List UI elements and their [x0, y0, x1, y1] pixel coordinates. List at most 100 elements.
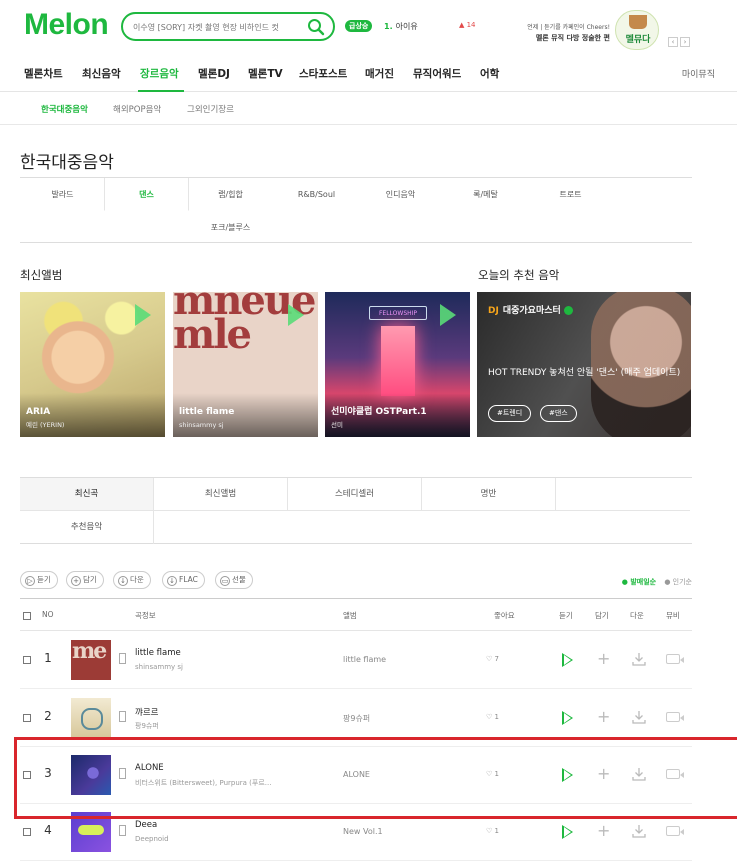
- song-info-icon[interactable]: [119, 711, 126, 722]
- album-card[interactable]: FELLOWSHIP 선미야클럽 OSTPart.1 선미: [325, 292, 470, 437]
- genre-folk[interactable]: 포크/블루스: [188, 211, 273, 244]
- song-album[interactable]: New Vol.1: [343, 827, 383, 836]
- nav-melon-dj[interactable]: 멜론DJ: [198, 66, 230, 81]
- dj-name-text: 대중가요마스터: [502, 306, 561, 316]
- song-title[interactable]: Deea: [135, 820, 157, 830]
- add-icon[interactable]: +: [597, 823, 610, 839]
- album-card[interactable]: mneuemle little flame shinsammy sj: [173, 292, 318, 437]
- add-icon[interactable]: +: [597, 709, 610, 725]
- tab-masterpiece[interactable]: 명반: [422, 478, 556, 511]
- row-checkbox[interactable]: [23, 828, 31, 836]
- play-icon[interactable]: [562, 653, 573, 667]
- subnav-other-genres[interactable]: 그외인기장르: [187, 103, 234, 115]
- listen-button[interactable]: ▷ 듣기: [20, 571, 58, 589]
- album-artist[interactable]: 선미: [331, 419, 343, 429]
- add-icon[interactable]: +: [597, 651, 610, 667]
- subnav-foreign-pop[interactable]: 해외POP음악: [113, 103, 161, 115]
- play-icon[interactable]: [288, 304, 304, 326]
- genre-rock[interactable]: 록/메탈: [443, 178, 528, 211]
- row-checkbox[interactable]: [23, 714, 31, 722]
- album-thumbnail[interactable]: [71, 698, 111, 738]
- search-box[interactable]: [121, 12, 335, 41]
- album-artist[interactable]: shinsammy sj: [179, 421, 224, 429]
- flac-button[interactable]: ↓ FLAC: [162, 571, 205, 589]
- play-icon[interactable]: [440, 304, 456, 326]
- recommend-description[interactable]: HOT TRENDY 놓쳐선 안될 '댄스' (매주 업데이트): [488, 367, 686, 380]
- song-album[interactable]: little flame: [343, 655, 386, 664]
- like-button[interactable]: ♡ 1: [486, 827, 499, 835]
- melon-logo[interactable]: Melon: [24, 8, 109, 42]
- search-icon[interactable]: [307, 18, 325, 36]
- genre-trot[interactable]: 트로트: [528, 178, 613, 211]
- listen-label: 듣기: [37, 575, 51, 584]
- table-row[interactable]: 1 little flame shinsammy sj little flame…: [20, 631, 692, 689]
- song-artist[interactable]: shinsammy sj: [135, 663, 183, 671]
- play-icon[interactable]: [562, 825, 573, 839]
- nav-melon-chart[interactable]: 멜론차트: [24, 66, 63, 81]
- nav-my-music[interactable]: 마이뮤직: [682, 67, 715, 80]
- download-label: 다운: [130, 575, 144, 584]
- album-card[interactable]: ARIA 예린 (YERIN): [20, 292, 165, 437]
- song-artist[interactable]: 팡9슈퍼: [135, 721, 159, 731]
- nav-melon-tv[interactable]: 멜론TV: [248, 66, 283, 81]
- nav-language[interactable]: 어학: [480, 66, 499, 81]
- nav-magazine[interactable]: 매거진: [365, 66, 394, 81]
- download-icon[interactable]: [632, 824, 646, 838]
- sort-by-date[interactable]: ● 발매일순: [622, 578, 656, 586]
- search-input[interactable]: [133, 19, 303, 35]
- download-icon[interactable]: [632, 710, 646, 724]
- dj-name[interactable]: DJ 대중가요마스터: [488, 303, 573, 316]
- row-checkbox[interactable]: [23, 656, 31, 664]
- promo-banner-logo[interactable]: 멜뮤다: [615, 10, 659, 50]
- download-button[interactable]: ↓ 다운: [113, 571, 151, 589]
- album-title[interactable]: 선미야클럽 OSTPart.1: [331, 404, 427, 417]
- album-title[interactable]: little flame: [179, 407, 234, 417]
- genre-hiphop[interactable]: 랩/힙합: [188, 178, 273, 211]
- song-title[interactable]: 꺄르르: [135, 706, 158, 718]
- music-video-icon[interactable]: [666, 654, 684, 664]
- like-button[interactable]: ♡ 7: [486, 655, 499, 663]
- promo-prev-button[interactable]: ‹: [668, 37, 678, 47]
- tab-latest-albums[interactable]: 최신앨범: [154, 478, 288, 511]
- play-icon[interactable]: [562, 711, 573, 725]
- music-video-icon[interactable]: [666, 712, 684, 722]
- download-icon: ↓: [167, 576, 177, 586]
- promo-text-2[interactable]: 멜론 뮤직 다방 정술한 편: [504, 33, 610, 43]
- nav-genre-music[interactable]: 장르음악: [140, 66, 179, 81]
- tag-trendy[interactable]: #트렌디: [488, 405, 532, 422]
- realtime-keyword[interactable]: 1. 아이유: [384, 21, 418, 32]
- nav-new-music[interactable]: 최신음악: [82, 66, 121, 81]
- add-button[interactable]: + 담기: [66, 571, 104, 589]
- album-title[interactable]: ARIA: [26, 407, 50, 417]
- genre-dance[interactable]: 댄스: [104, 178, 189, 211]
- tab-latest-songs[interactable]: 최신곡: [20, 478, 154, 511]
- download-icon[interactable]: [632, 652, 646, 666]
- tab-steady-seller[interactable]: 스테디셀러: [288, 478, 422, 511]
- col-song: 곡정보: [135, 611, 156, 620]
- music-video-icon[interactable]: [666, 826, 684, 836]
- song-title[interactable]: little flame: [135, 648, 181, 658]
- album-thumbnail[interactable]: [71, 640, 111, 680]
- subnav-korean-pop[interactable]: 한국대중음악: [41, 103, 88, 115]
- promo-next-button[interactable]: ›: [680, 37, 690, 47]
- col-download: 다운: [630, 611, 644, 620]
- genre-ballad[interactable]: 발라드: [20, 178, 105, 211]
- genre-indie[interactable]: 인디음악: [358, 178, 443, 211]
- genre-rnb[interactable]: R&B/Soul: [274, 178, 359, 211]
- gift-button[interactable]: ▭ 선물: [215, 571, 253, 589]
- song-info-icon[interactable]: [119, 653, 126, 664]
- promo-text-1[interactable]: 언제 | 듣기를 카페인이 Cheers!: [504, 22, 610, 31]
- song-artist[interactable]: Deepnoid: [135, 835, 169, 843]
- song-album[interactable]: 팡9슈퍼: [343, 713, 370, 724]
- play-icon[interactable]: [135, 304, 151, 326]
- album-artist[interactable]: 예린 (YERIN): [26, 419, 64, 429]
- nav-star-post[interactable]: 스타포스트: [299, 66, 347, 81]
- like-button[interactable]: ♡ 1: [486, 713, 499, 721]
- tab-recommended[interactable]: 추천음악: [20, 511, 154, 544]
- recommend-card[interactable]: DJ 대중가요마스터 HOT TRENDY 놓쳐선 안될 '댄스' (매주 업데이…: [477, 292, 691, 437]
- select-all-checkbox[interactable]: [23, 612, 31, 620]
- nav-music-awards[interactable]: 뮤직어워드: [413, 66, 461, 81]
- song-info-icon[interactable]: [119, 825, 126, 836]
- tag-dance[interactable]: #댄스: [540, 405, 577, 422]
- sort-by-popularity[interactable]: ● 인기순: [664, 578, 692, 586]
